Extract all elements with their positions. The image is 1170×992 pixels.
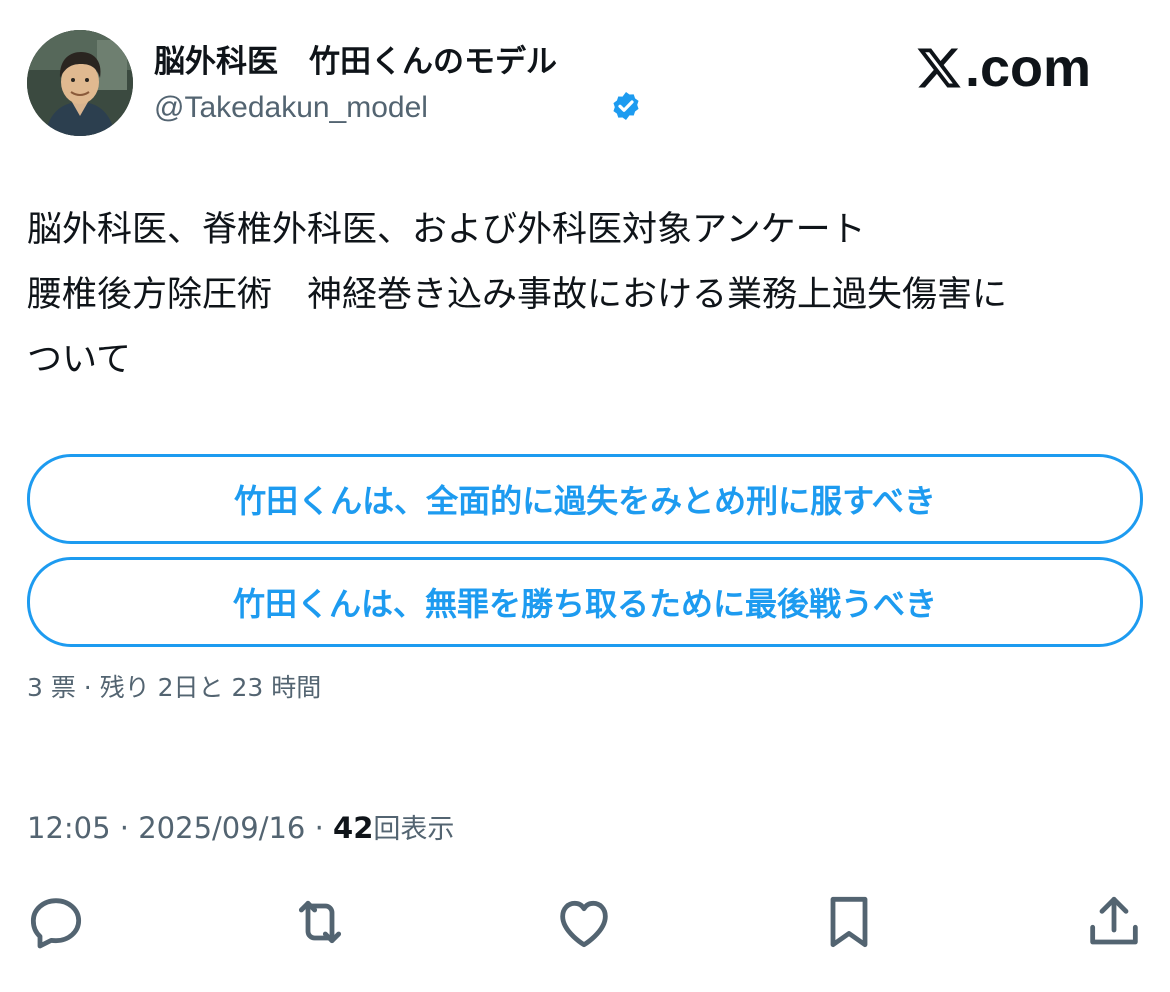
poll-option-label: 竹田くんは、全面的に過失をみとめ刑に服すべき — [234, 482, 936, 520]
poll-meta: 3 票 · 残り 2日と 23 時間 — [27, 673, 322, 702]
retweet-icon — [298, 900, 342, 944]
heart-icon — [560, 900, 608, 948]
reply-icon — [30, 898, 82, 949]
retweet-button[interactable] — [288, 890, 352, 954]
bookmark-icon — [830, 896, 868, 948]
user-handle[interactable]: @Takedakun_model — [154, 88, 428, 128]
tweet-line: 腰椎後方除圧術 神経巻き込み事故における業務上過失傷害に — [27, 275, 1008, 315]
poll-option-2[interactable]: 竹田くんは、無罪を勝ち取るために最後戦うべき — [27, 557, 1143, 647]
poll-option-1[interactable]: 竹田くんは、全面的に過失をみとめ刑に服すべき — [27, 454, 1143, 544]
share-button[interactable] — [1082, 890, 1146, 954]
brand-logo-text: .com — [965, 38, 1092, 98]
tweet-text: 脳外科医、脊椎外科医、および外科医対象アンケート 腰椎後方除圧術 神経巻き込み事… — [27, 198, 1143, 393]
views-count: 42 — [333, 811, 374, 845]
display-name-text: 脳外科医 竹田くんのモデル — [154, 44, 557, 80]
reply-button[interactable] — [24, 890, 88, 954]
x-logo-icon — [917, 48, 961, 88]
brand-logo: .com — [915, 38, 1091, 98]
like-button[interactable] — [552, 890, 616, 954]
avatar[interactable] — [27, 30, 133, 136]
tweet-timestamp: 12:05 · 2025/09/16 · 42 回表示 — [27, 808, 454, 850]
views-label: 回表示 — [373, 814, 455, 845]
tweet-time-date[interactable]: 12:05 · 2025/09/16 · — [27, 808, 333, 848]
tweet-line: ついて — [27, 340, 131, 380]
avatar-illustration — [27, 30, 133, 136]
tweet-line: 脳外科医、脊椎外科医、および外科医対象アンケート — [27, 210, 866, 250]
poll-option-label: 竹田くんは、無罪を勝ち取るために最後戦うべき — [232, 585, 937, 623]
display-name[interactable]: 脳外科医 竹田くんのモデル — [154, 40, 639, 120]
bookmark-button[interactable] — [817, 890, 881, 954]
verified-badge-icon — [567, 46, 639, 120]
share-icon — [1090, 896, 1138, 945]
